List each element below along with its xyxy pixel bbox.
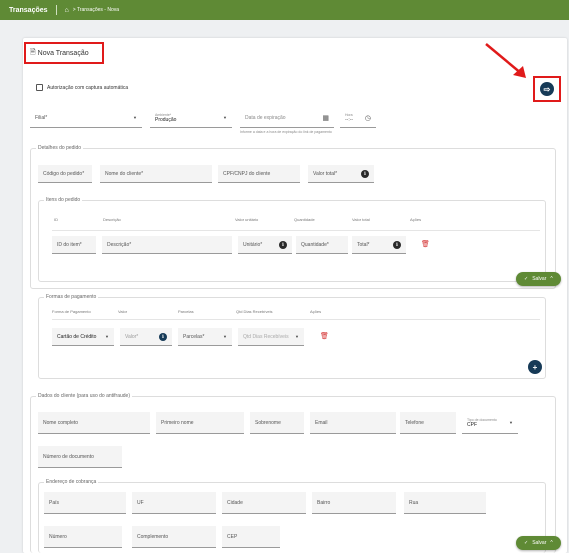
zip-input[interactable]: CEP xyxy=(222,526,280,548)
items-header-quantity: Quantidade xyxy=(294,217,315,222)
document-icon: 🗎 xyxy=(30,49,36,56)
time-input[interactable]: Hora --:-- ◷ xyxy=(340,108,376,128)
chevron-down-icon: ▼ xyxy=(105,334,109,339)
document-number-input[interactable]: Número de documento xyxy=(38,446,122,468)
payments-header-installments: Parcelas xyxy=(178,309,194,314)
top-bar: Transações ⌂ > Transações - Nova xyxy=(0,0,569,20)
auto-capture-checkbox[interactable] xyxy=(36,84,43,91)
clock-icon[interactable]: ◷ xyxy=(365,114,371,122)
total-value-input[interactable]: Valor total* i xyxy=(308,165,374,183)
payments-legend: Formas de pagamento xyxy=(44,294,99,300)
calendar-icon[interactable]: ▦ xyxy=(322,114,329,122)
last-name-input[interactable]: Sobrenome xyxy=(250,412,304,434)
save-button[interactable]: ✓ Salvar ^ xyxy=(516,272,561,286)
number-input[interactable]: Número xyxy=(44,526,122,548)
client-name-input[interactable]: Nome do cliente* xyxy=(100,165,212,183)
client-cpf-input[interactable]: CPF/CNPJ do cliente xyxy=(218,165,300,183)
chevron-down-icon: ▼ xyxy=(223,115,227,120)
payments-header-divider xyxy=(52,319,540,320)
document-type-select[interactable]: Tipo de documento CPF ▼ xyxy=(462,412,518,434)
payments-header-actions: Ações xyxy=(310,309,322,314)
city-input[interactable]: Cidade xyxy=(222,492,306,514)
full-name-input[interactable]: Nome completo xyxy=(38,412,150,434)
breadcrumb[interactable]: > Transações - Nova xyxy=(73,7,119,13)
client-legend: Dados do cliente (para uso do antifraude… xyxy=(36,393,133,399)
order-legend: Detalhes do pedido xyxy=(36,145,84,151)
expiration-date-input[interactable]: Data de expiração ▦ xyxy=(240,108,334,128)
info-icon[interactable]: i xyxy=(393,240,401,249)
add-card-icon[interactable]: ⇨ xyxy=(540,82,554,96)
payments-header-value: Valor xyxy=(118,309,128,314)
page-title: 🗎 Nova Transação xyxy=(30,49,89,57)
first-name-input[interactable]: Primeiro nome xyxy=(156,412,244,434)
arrow-annotation xyxy=(485,43,526,78)
ambiente-select[interactable]: Ambiente* Produção ▼ xyxy=(150,108,232,128)
save-button-bottom[interactable]: ✓ Salvar ^ xyxy=(516,536,561,550)
info-icon[interactable]: i xyxy=(279,240,287,249)
item-total-input[interactable]: Total* i xyxy=(352,236,406,254)
phone-input[interactable]: Telefone xyxy=(400,412,456,434)
items-header-total: Valor total xyxy=(352,217,370,222)
chevron-down-icon: ▼ xyxy=(133,115,137,120)
payment-method-select[interactable]: Cartão de Crédito ▼ xyxy=(52,328,114,346)
email-input[interactable]: Email xyxy=(310,412,396,434)
items-legend: Itens do pedido xyxy=(44,197,83,203)
item-description-input[interactable]: Descrição* xyxy=(102,236,232,254)
chevron-up-icon: ^ xyxy=(550,276,553,282)
country-input[interactable]: País xyxy=(44,492,126,514)
chevron-down-icon: ▼ xyxy=(295,334,299,339)
info-icon[interactable]: i xyxy=(361,169,369,178)
street-input[interactable]: Rua xyxy=(404,492,486,514)
chevron-up-icon: ^ xyxy=(550,540,553,546)
item-id-input[interactable]: ID do item* xyxy=(52,236,96,254)
delete-icon[interactable]: 🗑 xyxy=(320,332,329,340)
payment-value-input[interactable]: Valor* i xyxy=(120,328,172,346)
items-header-divider xyxy=(52,230,540,231)
state-input[interactable]: UF xyxy=(132,492,216,514)
app-title: Transações xyxy=(9,6,48,14)
items-header-id: ID xyxy=(54,217,58,222)
order-code-input[interactable]: Código do pedido* xyxy=(38,165,92,183)
complement-input[interactable]: Complemento xyxy=(132,526,216,548)
payments-header-method: Forma de Pagamento xyxy=(52,309,91,314)
auto-capture-label: Autorização com captura automática xyxy=(47,85,129,91)
expiration-hint: Informe a data e a hora de expiração do … xyxy=(240,130,332,134)
installments-select[interactable]: Parcelas* ▼ xyxy=(178,328,232,346)
filial-select[interactable]: Filial* ▼ xyxy=(30,108,142,128)
check-icon: ✓ xyxy=(524,276,529,282)
delete-icon[interactable]: 🗑 xyxy=(421,240,430,248)
info-icon[interactable]: i xyxy=(159,332,167,341)
chevron-down-icon: ▼ xyxy=(509,420,513,425)
items-header-actions: Ações xyxy=(410,217,422,222)
check-icon: ✓ xyxy=(524,540,529,546)
item-unit-value-input[interactable]: Unitário* i xyxy=(238,236,292,254)
items-header-description: Descrição xyxy=(103,217,121,222)
items-header-unit-value: Valor unitário xyxy=(235,217,259,222)
item-quantity-input[interactable]: Quantidade* xyxy=(296,236,348,254)
divider xyxy=(55,5,57,15)
payments-header-days: Qtd Dias Recebíveis xyxy=(236,309,273,314)
home-icon[interactable]: ⌂ xyxy=(65,7,69,14)
neighborhood-input[interactable]: Bairro xyxy=(312,492,396,514)
add-payment-button[interactable]: + xyxy=(528,360,542,374)
billing-legend: Endereço de cobrança xyxy=(44,479,99,485)
receivable-days-select[interactable]: Qtd Dias Recebíveis ▼ xyxy=(238,328,304,346)
chevron-down-icon: ▼ xyxy=(223,334,227,339)
